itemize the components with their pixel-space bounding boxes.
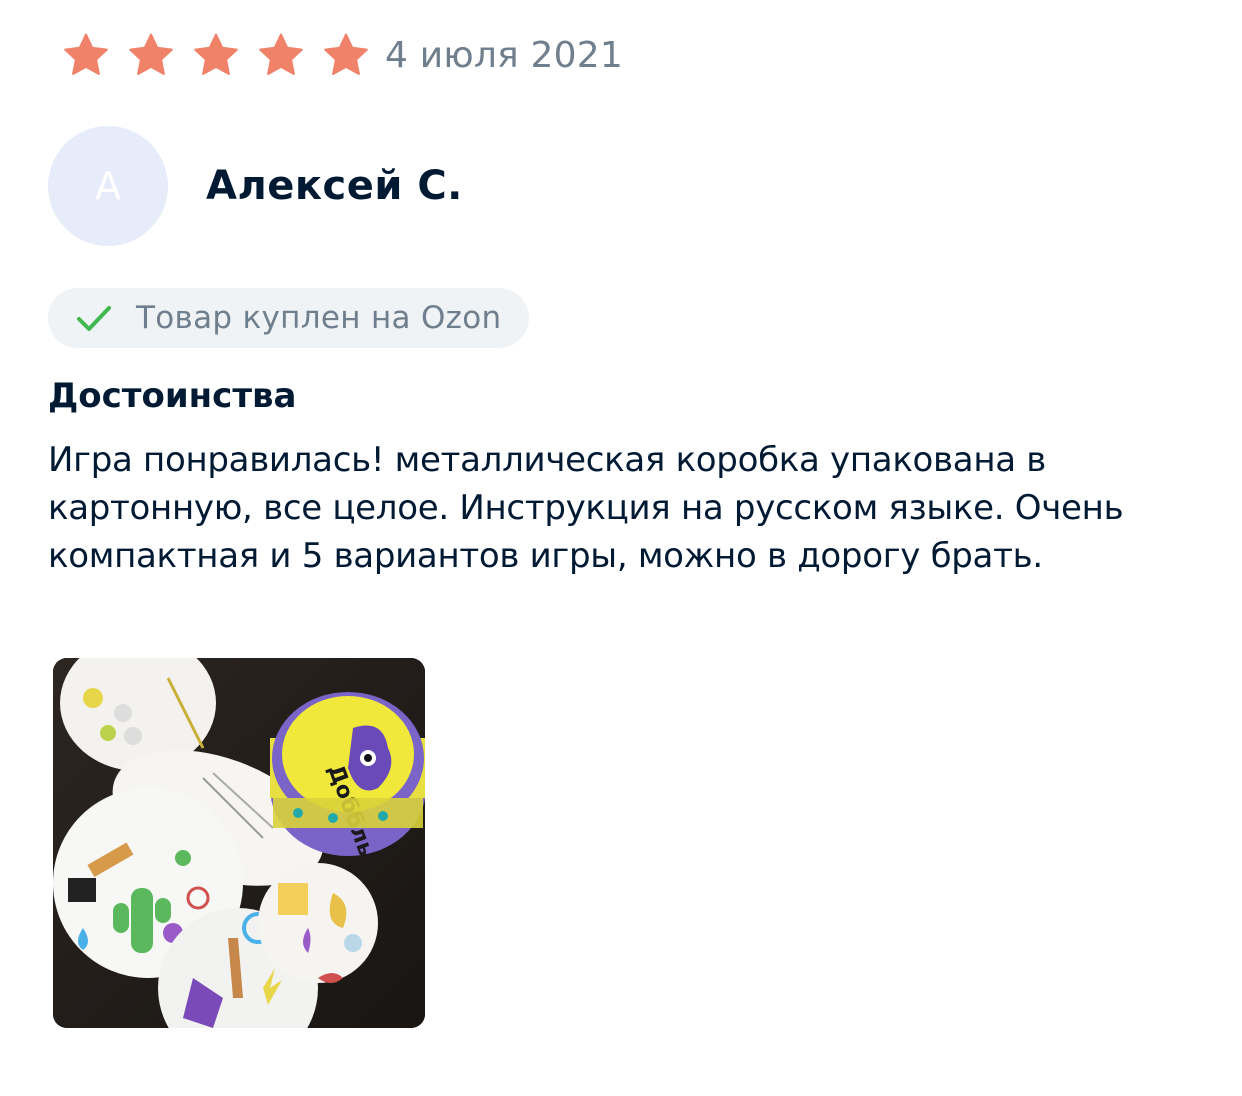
avatar[interactable]: А — [48, 126, 168, 246]
check-icon — [74, 298, 114, 338]
star-rating — [62, 31, 387, 79]
star-icon — [127, 31, 175, 79]
author-row: А Алексей С. — [48, 126, 463, 246]
author-name[interactable]: Алексей С. — [206, 163, 463, 209]
star-icon — [257, 31, 305, 79]
star-icon — [192, 31, 240, 79]
rating-row: 4 июля 2021 — [62, 26, 623, 84]
review-date: 4 июля 2021 — [385, 34, 623, 76]
verified-purchase-text: Товар куплен на Ozon — [136, 300, 502, 336]
review-photo[interactable]: Доббль — [53, 658, 425, 1028]
photo-thumbnail: Доббль — [53, 658, 425, 1028]
review-card: 4 июля 2021 А Алексей С. Товар куплен на… — [0, 0, 1242, 1096]
pros-heading: Достоинства — [48, 376, 297, 416]
pros-text: Игра понравилась! металлическая коробка … — [48, 440, 1124, 576]
verified-purchase-badge: Товар куплен на Ozon — [48, 288, 530, 348]
star-icon — [322, 31, 370, 79]
star-icon — [62, 31, 110, 79]
